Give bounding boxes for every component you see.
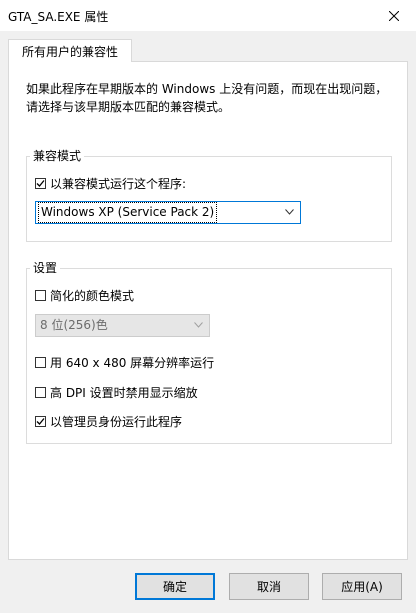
chevron-down-icon	[194, 321, 203, 328]
reduced-color-checkbox[interactable]	[35, 290, 46, 301]
window-title: GTA_SA.EXE 属性	[8, 10, 109, 24]
close-button[interactable]	[372, 0, 416, 31]
ok-button[interactable]: 确定	[135, 573, 215, 600]
res-640-checkbox-row[interactable]: 用 640 x 480 屏幕分辨率运行	[35, 354, 214, 371]
os-version-selected: Windows XP (Service Pack 2)	[38, 202, 218, 223]
run-as-admin-checkbox[interactable]	[35, 416, 46, 427]
os-version-select[interactable]: Windows XP (Service Pack 2)	[35, 201, 301, 224]
high-dpi-checkbox-row[interactable]: 高 DPI 设置时禁用显示缩放	[35, 384, 198, 401]
description-line-2: 请选择与该早期版本匹配的兼容模式。	[26, 100, 231, 114]
description-text: 如果此程序在早期版本的 Windows 上没有问题，而现在出现问题， 请选择与该…	[26, 80, 396, 116]
run-in-compat-checkbox[interactable]	[35, 178, 46, 189]
reduced-color-label: 简化的颜色模式	[50, 289, 135, 303]
checkmark-icon	[36, 418, 45, 425]
run-in-compat-checkbox-row[interactable]: 以兼容模式运行这个程序:	[35, 175, 186, 192]
res-640-label: 用 640 x 480 屏幕分辨率运行	[50, 356, 215, 370]
close-icon	[389, 10, 399, 21]
title-bar: GTA_SA.EXE 属性	[0, 0, 416, 31]
description-line-1: 如果此程序在早期版本的 Windows 上没有问题，而现在出现问题，	[26, 82, 388, 96]
apply-button-label: 应用(A)	[341, 580, 383, 594]
high-dpi-checkbox[interactable]	[35, 387, 46, 398]
compat-mode-group-title: 兼容模式	[30, 149, 85, 163]
color-depth-selected: 8 位(256)色	[40, 318, 108, 332]
checkmark-icon	[36, 180, 45, 187]
run-as-admin-label: 以管理员身份运行此程序	[50, 415, 183, 429]
res-640-checkbox[interactable]	[35, 357, 46, 368]
reduced-color-checkbox-row[interactable]: 简化的颜色模式	[35, 287, 134, 304]
run-as-admin-checkbox-row[interactable]: 以管理员身份运行此程序	[35, 413, 182, 430]
compat-mode-group	[26, 156, 392, 242]
tab-all-users-compatibility[interactable]: 所有用户的兼容性	[8, 39, 132, 62]
tab-label: 所有用户的兼容性	[21, 44, 118, 59]
color-depth-select: 8 位(256)色	[35, 314, 210, 337]
cancel-button[interactable]: 取消	[229, 573, 309, 600]
chevron-down-icon	[285, 208, 294, 215]
run-in-compat-label: 以兼容模式运行这个程序:	[50, 177, 187, 191]
high-dpi-label: 高 DPI 设置时禁用显示缩放	[50, 386, 198, 400]
apply-button[interactable]: 应用(A)	[322, 573, 402, 600]
cancel-button-label: 取消	[256, 580, 281, 594]
ok-button-label: 确定	[162, 580, 187, 594]
settings-group-title: 设置	[30, 261, 61, 275]
